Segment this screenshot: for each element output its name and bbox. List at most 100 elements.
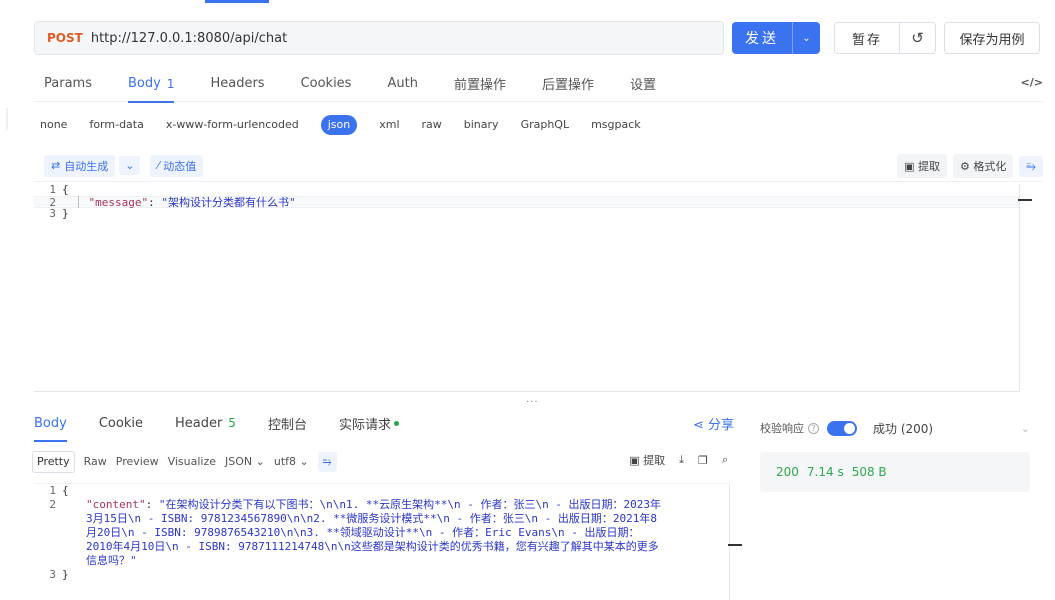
validation-toggle[interactable] <box>827 420 857 436</box>
extract-label: 提取 <box>918 160 941 173</box>
code-text: } <box>62 568 69 581</box>
extract-button[interactable]: ▣ 提取 <box>629 452 665 468</box>
autogen-dropdown[interactable]: ⌄ <box>119 156 141 175</box>
validation-result: 成功 (200) <box>873 421 934 436</box>
code-line: 1 { <box>34 184 1020 196</box>
body-type-msgpack[interactable]: msgpack <box>591 115 641 135</box>
panel-splitter[interactable]: ... <box>526 394 539 405</box>
word-wrap-icon[interactable]: ⥱ <box>1019 155 1043 177</box>
body-type-xml[interactable]: xml <box>379 115 399 135</box>
tab-response-header[interactable]: Header 5 <box>175 408 236 438</box>
validation-header: 校验响应 ? 成功 (200) ⌄ <box>760 418 1030 438</box>
save-as-case-button[interactable]: 保存为用例 <box>944 22 1040 54</box>
response-view-bar: Pretty Raw Preview Visualize JSON ⌄ utf8… <box>32 451 730 473</box>
code-text: "message": "架构设计分类都有什么书" <box>62 197 296 209</box>
code-line: 3 } <box>34 208 1020 220</box>
code-line: 2 "content": "在架构设计分类下有以下图书：\n\n1. **云原生… <box>34 498 730 568</box>
tab-headers[interactable]: Headers <box>210 66 264 102</box>
tab-response-body[interactable]: Body <box>34 408 67 442</box>
chevron-down-icon[interactable]: ⌄ <box>792 22 820 54</box>
scrollbar[interactable] <box>1019 184 1020 391</box>
tab-label: Body <box>34 415 67 431</box>
line-number: 2 <box>49 196 56 209</box>
share-button[interactable]: ⋖ 分享 <box>693 414 734 433</box>
line-number: 2 <box>49 498 56 511</box>
tab-post-processors[interactable]: 后置操作 <box>542 66 594 102</box>
response-body-viewer[interactable]: 1 { 2 "content": "在架构设计分类下有以下图书：\n\n1. *… <box>34 483 742 600</box>
tab-label: 设置 <box>629 78 656 93</box>
word-wrap-icon[interactable]: ⥱ <box>317 452 337 472</box>
validation-label: 校验响应 <box>760 422 804 435</box>
tab-console[interactable]: 控制台 <box>268 408 307 438</box>
encoding-select[interactable]: utf8 ⌄ <box>274 452 309 472</box>
extract-icon: ▣ <box>629 454 644 467</box>
save-button[interactable]: 暂存 <box>835 23 899 53</box>
extract-button[interactable]: ▣ 提取 <box>897 154 948 178</box>
search-icon[interactable]: ⌕ <box>722 453 728 467</box>
body-type-binary[interactable]: binary <box>464 115 499 135</box>
tab-label: Params <box>44 76 92 91</box>
copy-icon[interactable]: ❐ <box>698 454 708 467</box>
body-type-urlencoded[interactable]: x-www-form-urlencoded <box>166 115 299 135</box>
tab-pre-processors[interactable]: 前置操作 <box>454 66 506 102</box>
line-number: 1 <box>49 484 56 497</box>
send-button[interactable]: 发送 <box>732 22 792 54</box>
request-body-editor[interactable]: 1 { 2 "message": "架构设计分类都有什么书" 3 } <box>34 184 1032 392</box>
view-raw[interactable]: Raw <box>84 452 107 472</box>
scrollbar[interactable] <box>729 484 730 600</box>
tab-label: 控制台 <box>267 417 307 433</box>
body-type-none[interactable]: none <box>40 115 67 135</box>
response-stats: 200 7.14 s 508 B <box>760 452 1030 492</box>
code-line: 3 } <box>34 568 730 582</box>
tab-label: Headers <box>210 76 265 91</box>
encoding-select-label: utf8 <box>273 455 297 468</box>
tab-cookies[interactable]: Cookies <box>301 66 352 102</box>
status-dot <box>393 420 399 426</box>
body-type-selector: none form-data x-www-form-urlencoded jso… <box>40 114 663 136</box>
tab-label: 后置操作 <box>541 78 594 93</box>
tab-params[interactable]: Params <box>44 66 92 102</box>
tab-settings[interactable]: 设置 <box>630 66 656 102</box>
autogen-button[interactable]: ⇄ 自动生成 <box>44 154 116 177</box>
body-count-badge: 1 <box>166 76 175 91</box>
http-method[interactable]: POST <box>47 31 83 45</box>
view-pretty[interactable]: Pretty <box>32 451 75 473</box>
url-text[interactable]: http://127.0.0.1:8080/api/chat <box>91 31 287 46</box>
swap-icon: ⇄ <box>51 159 61 172</box>
line-number: 3 <box>49 207 56 220</box>
format-button[interactable]: ⚙ 格式化 <box>953 154 1014 178</box>
body-type-form-data[interactable]: form-data <box>89 115 143 135</box>
tab-response-cookie[interactable]: Cookie <box>99 408 143 438</box>
body-type-json[interactable]: json <box>320 115 358 135</box>
tab-body[interactable]: Body 1 <box>127 66 175 103</box>
tab-label: 前置操作 <box>453 78 506 93</box>
undo-icon[interactable]: ↺ <box>899 23 935 53</box>
code-text: { <box>62 183 69 196</box>
download-icon[interactable]: ⤓ <box>679 453 684 467</box>
chevron-down-icon: ⌄ <box>255 455 265 468</box>
dynamic-value-button[interactable]: ⁄ 动态值 <box>150 154 204 177</box>
body-type-graphql[interactable]: GraphQL <box>521 115 570 135</box>
tab-label: Header <box>174 415 223 431</box>
help-icon[interactable]: ? <box>808 422 819 434</box>
line-number: 1 <box>49 183 56 196</box>
chevron-down-icon: ⌄ <box>125 159 135 172</box>
code-icon[interactable]: </> <box>1021 76 1043 89</box>
body-type-raw[interactable]: raw <box>422 115 442 135</box>
chevron-down-icon[interactable]: ⌄ <box>1021 422 1030 435</box>
code-text: "content": "在架构设计分类下有以下图书：\n\n1. **云原生架构… <box>62 498 662 568</box>
editor-toolbar-right: ▣ 提取 ⚙ 格式化 ⥱ <box>897 154 1043 178</box>
share-icon: ⋖ <box>692 418 708 433</box>
json-key: "content" <box>86 498 146 511</box>
save-group: 暂存 ↺ <box>834 22 936 54</box>
view-preview[interactable]: Preview <box>116 452 159 472</box>
tab-auth[interactable]: Auth <box>387 66 417 102</box>
request-tabs: Params Body 1 Headers Cookies Auth 前置操作 后… <box>34 66 1043 103</box>
view-visualize[interactable]: Visualize <box>168 452 216 472</box>
format-icon: ⚙ <box>960 160 974 173</box>
tab-actual-request[interactable]: 实际请求 <box>339 408 399 438</box>
format-select[interactable]: JSON ⌄ <box>225 452 265 472</box>
tab-label: Cookie <box>98 415 143 431</box>
url-input[interactable]: POST http://127.0.0.1:8080/api/chat <box>34 21 724 55</box>
header-count-badge: 5 <box>228 416 236 430</box>
